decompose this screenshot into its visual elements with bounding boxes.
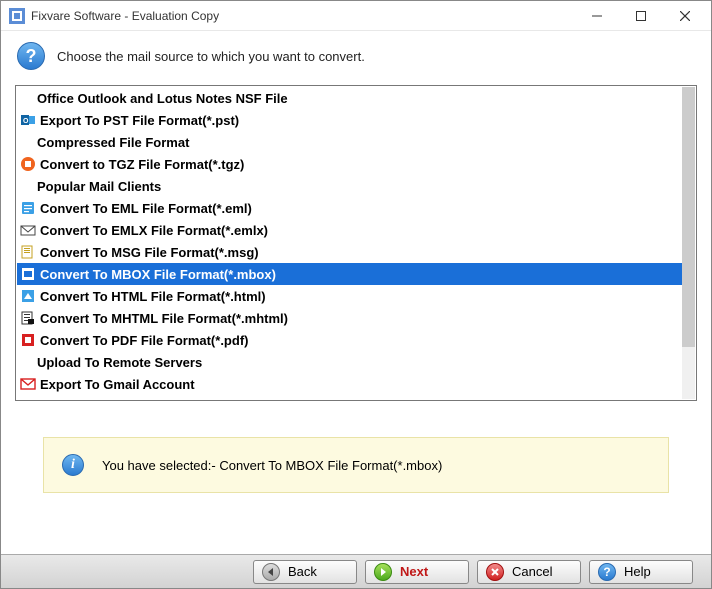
outlook-icon: O: [20, 112, 36, 128]
list-item-label: Convert To PDF File Format(*.pdf): [40, 333, 248, 348]
list-item-label: Compressed File Format: [37, 135, 189, 150]
list-item[interactable]: Convert To EML File Format(*.eml): [17, 197, 682, 219]
close-button[interactable]: [663, 2, 707, 30]
list-item-label: Convert To MHTML File Format(*.mhtml): [40, 311, 288, 326]
help-icon: ?: [598, 563, 616, 581]
pdf-icon: [20, 332, 36, 348]
msg-icon: [20, 244, 36, 260]
list-group-header: Compressed File Format: [17, 131, 682, 153]
list-item[interactable]: Convert To EMLX File Format(*.emlx): [17, 219, 682, 241]
list-item-label: Convert To MBOX File Format(*.mbox): [40, 267, 276, 282]
list-item[interactable]: Convert To MHTML File Format(*.mhtml): [17, 307, 682, 329]
help-label: Help: [624, 564, 651, 579]
format-list: Office Outlook and Lotus Notes NSF File O…: [15, 85, 697, 401]
list-item-label: Office Outlook and Lotus Notes NSF File: [37, 91, 288, 106]
window-title: Fixvare Software - Evaluation Copy: [31, 9, 575, 23]
tgz-icon: [20, 156, 36, 172]
info-icon: i: [62, 454, 84, 476]
gmail-icon: [20, 376, 36, 392]
back-label: Back: [288, 564, 317, 579]
list-item-label: Upload To Remote Servers: [37, 355, 202, 370]
next-label: Next: [400, 564, 428, 579]
list-item[interactable]: O Export To PST File Format(*.pst): [17, 109, 682, 131]
mhtml-icon: [20, 310, 36, 326]
app-icon: [9, 8, 25, 24]
list-group-header: Office Outlook and Lotus Notes NSF File: [17, 87, 682, 109]
instruction-header: ? Choose the mail source to which you wa…: [1, 31, 711, 81]
instruction-text: Choose the mail source to which you want…: [57, 49, 365, 64]
help-button[interactable]: ? Help: [589, 560, 693, 584]
question-icon: ?: [17, 42, 45, 70]
info-panel: i You have selected:- Convert To MBOX Fi…: [43, 437, 669, 493]
titlebar: Fixvare Software - Evaluation Copy: [1, 1, 711, 31]
svg-text:O: O: [23, 118, 29, 125]
list-group-header: Popular Mail Clients: [17, 175, 682, 197]
info-text: You have selected:- Convert To MBOX File…: [102, 458, 442, 473]
list-item[interactable]: Convert To MSG File Format(*.msg): [17, 241, 682, 263]
list-item-label: Export To Gmail Account: [40, 377, 195, 392]
cancel-label: Cancel: [512, 564, 552, 579]
window-controls: [575, 2, 707, 30]
list-item[interactable]: Convert To HTML File Format(*.html): [17, 285, 682, 307]
cancel-button[interactable]: Cancel: [477, 560, 581, 584]
button-bar: Back Next Cancel ? Help: [1, 554, 711, 588]
list-item-label: Convert To EMLX File Format(*.emlx): [40, 223, 268, 238]
list-item[interactable]: Convert to TGZ File Format(*.tgz): [17, 153, 682, 175]
list-item-label: Export To PST File Format(*.pst): [40, 113, 239, 128]
next-arrow-icon: [374, 563, 392, 581]
scrollbar[interactable]: [682, 87, 695, 399]
emlx-icon: [20, 222, 36, 238]
html-icon: [20, 288, 36, 304]
next-button[interactable]: Next: [365, 560, 469, 584]
eml-icon: [20, 200, 36, 216]
list-item-label: Convert To EML File Format(*.eml): [40, 201, 252, 216]
list-group-header: Upload To Remote Servers: [17, 351, 682, 373]
cancel-icon: [486, 563, 504, 581]
list-item[interactable]: Export To Gmail Account: [17, 373, 682, 395]
list-item-label: Convert To MSG File Format(*.msg): [40, 245, 259, 260]
maximize-button[interactable]: [619, 2, 663, 30]
list-item[interactable]: Convert To MBOX File Format(*.mbox): [17, 263, 682, 285]
scrollbar-thumb[interactable]: [682, 87, 695, 347]
list-item-label: Popular Mail Clients: [37, 179, 161, 194]
back-arrow-icon: [262, 563, 280, 581]
mbox-icon: [20, 266, 36, 282]
minimize-button[interactable]: [575, 2, 619, 30]
list-item-label: Convert to TGZ File Format(*.tgz): [40, 157, 244, 172]
list-item-label: Convert To HTML File Format(*.html): [40, 289, 266, 304]
back-button[interactable]: Back: [253, 560, 357, 584]
list-item[interactable]: Convert To PDF File Format(*.pdf): [17, 329, 682, 351]
